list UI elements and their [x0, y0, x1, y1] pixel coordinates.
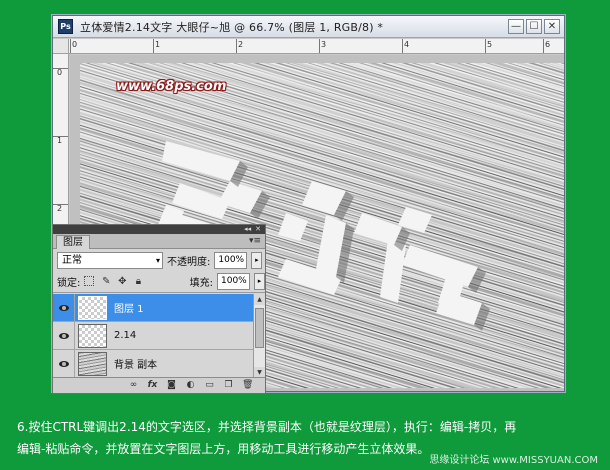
layer-row-2-14[interactable]: 2.14 — [53, 321, 253, 350]
layers-panel: ◂◂ ✕ 图层 ▾≡ 正常 ▾ 不透明度: 100% ▸ 锁定: ✎ ✥ 🔒︎ … — [52, 224, 266, 394]
layer-row-layer-1[interactable]: 图层 1 — [53, 294, 253, 322]
new-layer-icon[interactable]: ❐ — [223, 380, 234, 391]
trash-icon[interactable]: 🗑︎ — [242, 380, 253, 391]
layers-panel-footer: ∞ fx ◙ ◐ ▭ ❐ 🗑︎ — [53, 377, 265, 393]
lock-position-move-icon[interactable]: ✥ — [116, 276, 128, 288]
adjustment-icon[interactable]: ◐ — [185, 380, 196, 391]
ruler-label: 2 — [57, 204, 63, 213]
lock-fill-row: 锁定: ✎ ✥ 🔒︎ 填充: 100% ▸ — [53, 271, 265, 293]
visibility-eye-icon[interactable] — [53, 294, 75, 322]
opacity-slider-button[interactable]: ▸ — [251, 251, 263, 269]
site-credit: 思缘设计论坛 www.MISSYUAN.COM — [429, 455, 598, 466]
window-controls: — ☐ ✕ — [508, 19, 560, 34]
fill-input[interactable]: 100% — [217, 273, 250, 290]
blend-mode-select[interactable]: 正常 ▾ — [57, 251, 163, 269]
layer-row-background-copy[interactable]: 背景 副本 — [53, 349, 253, 378]
group-icon[interactable]: ▭ — [204, 380, 215, 391]
mask-icon[interactable]: ◙ — [166, 380, 177, 391]
maximize-button[interactable]: ☐ — [526, 19, 542, 34]
fx-icon[interactable]: fx — [147, 380, 158, 391]
visibility-eye-icon[interactable] — [53, 321, 75, 350]
ruler-label: 5 — [487, 40, 493, 49]
blend-mode-value: 正常 — [62, 254, 82, 266]
chevron-down-icon: ▾ — [155, 255, 160, 265]
site-watermark: www.68ps.com — [116, 79, 227, 94]
layers-scrollbar[interactable]: ▲ ▼ — [253, 294, 265, 378]
layer-name: 2.14 — [114, 330, 137, 341]
minimize-button[interactable]: — — [508, 19, 524, 34]
caption-line-1: 6.按住CTRL键调出2.14的文字选区，并选择背景副本（也就是纹理层），执行：… — [17, 420, 517, 434]
layer-thumbnail — [78, 295, 107, 320]
lock-all-padlock-icon[interactable]: 🔒︎ — [132, 276, 144, 288]
ruler-label: 1 — [155, 40, 161, 49]
blend-opacity-row: 正常 ▾ 不透明度: 100% ▸ — [53, 249, 265, 271]
ruler-label: 3 — [321, 40, 327, 49]
ruler-label: 0 — [72, 40, 78, 49]
close-button[interactable]: ✕ — [544, 19, 560, 34]
opacity-input[interactable]: 100% — [214, 251, 248, 269]
scrollbar-thumb[interactable] — [255, 308, 264, 348]
fill-slider-button[interactable]: ▸ — [254, 273, 265, 290]
layer-thumbnail — [78, 323, 107, 348]
document-title: 立体爱情2.14文字 大眼仔~旭 @ 66.7% (图层 1, RGB/8) * — [80, 20, 384, 34]
ruler-origin[interactable] — [53, 39, 69, 54]
layers-list: 图层 1 2.14 背景 副本 — [53, 294, 253, 378]
panel-header-bar: ◂◂ ✕ — [53, 225, 265, 234]
photoshop-logo-icon: Ps — [58, 19, 73, 34]
lock-transparency-icon[interactable] — [84, 275, 96, 288]
ruler-label: 0 — [57, 68, 63, 77]
title-bar[interactable]: Ps 立体爱情2.14文字 大眼仔~旭 @ 66.7% (图层 1, RGB/8… — [53, 16, 564, 38]
tab-layers[interactable]: 图层 — [56, 235, 90, 249]
layer-thumbnail — [78, 351, 107, 376]
layer-name: 背景 副本 — [114, 360, 158, 371]
ruler-label: 6 — [545, 40, 551, 49]
collapse-panel-icon[interactable]: ◂◂ — [244, 226, 251, 233]
panel-tab-row: 图层 ▾≡ — [53, 234, 265, 249]
visibility-eye-icon[interactable] — [53, 349, 75, 378]
fill-label: 填充: — [189, 278, 213, 289]
ruler-label: 1 — [57, 136, 63, 145]
ruler-label: 4 — [404, 40, 410, 49]
layer-name: 图层 1 — [114, 304, 144, 315]
scroll-up-icon[interactable]: ▲ — [254, 294, 265, 305]
horizontal-ruler[interactable]: 0 1 2 3 4 5 6 — [69, 39, 564, 54]
close-panel-icon[interactable]: ✕ — [255, 226, 261, 233]
lock-image-brush-icon[interactable]: ✎ — [100, 276, 112, 288]
opacity-label: 不透明度: — [167, 256, 211, 268]
lock-label: 锁定: — [57, 278, 81, 289]
ruler-label: 2 — [238, 40, 244, 49]
link-icon[interactable]: ∞ — [128, 380, 139, 391]
panel-menu-icon[interactable]: ▾≡ — [249, 236, 261, 246]
